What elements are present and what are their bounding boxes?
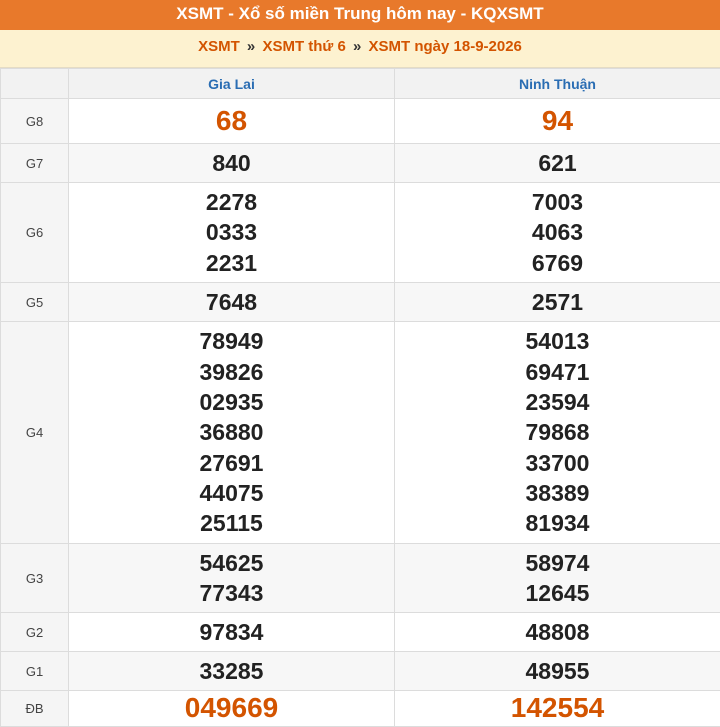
- table-row: G13328548955: [1, 652, 720, 691]
- prize-label: G4: [1, 322, 69, 544]
- prize-number[interactable]: 25115: [69, 508, 394, 538]
- breadcrumb-xsmt-friday[interactable]: XSMT thứ 6: [262, 38, 345, 55]
- prize-number[interactable]: 02935: [69, 387, 394, 417]
- prize-label: G5: [1, 283, 69, 322]
- province-gia-lai[interactable]: Gia Lai: [69, 69, 395, 99]
- table-row: G6227803332231700340636769: [1, 183, 720, 283]
- prize-number[interactable]: 38389: [395, 478, 720, 508]
- prize-number[interactable]: 12645: [395, 578, 720, 608]
- prize-label: G7: [1, 144, 69, 183]
- prize-number[interactable]: 39826: [69, 357, 394, 387]
- prize-label: G3: [1, 544, 69, 613]
- prize-number[interactable]: 4063: [395, 217, 720, 247]
- breadcrumb: XSMT » XSMT thứ 6 » XSMT ngày 18-9-2026: [0, 30, 720, 68]
- prize-number[interactable]: 6769: [395, 248, 720, 278]
- prize-label: G8: [1, 99, 69, 144]
- prize-cell: 5462577343: [69, 544, 395, 613]
- prize-cell: 2571: [395, 283, 720, 322]
- prize-number[interactable]: 54013: [395, 326, 720, 356]
- prize-number[interactable]: 77343: [69, 578, 394, 608]
- header-prize-cell: [1, 69, 69, 99]
- table-row: G86894: [1, 99, 720, 144]
- prize-number[interactable]: 7648: [69, 287, 394, 317]
- prize-number[interactable]: 36880: [69, 417, 394, 447]
- prize-cell: 227803332231: [69, 183, 395, 283]
- province-ninh-thuan[interactable]: Ninh Thuận: [395, 69, 720, 99]
- prize-number[interactable]: 27691: [69, 448, 394, 478]
- prize-number[interactable]: 48808: [395, 617, 720, 647]
- prize-number[interactable]: 23594: [395, 387, 720, 417]
- prize-number[interactable]: 69471: [395, 357, 720, 387]
- prize-cell: 049669: [69, 691, 395, 727]
- table-row: G478949398260293536880276914407525115540…: [1, 322, 720, 544]
- prize-label: G6: [1, 183, 69, 283]
- prize-cell: 94: [395, 99, 720, 144]
- prize-number[interactable]: 44075: [69, 478, 394, 508]
- prize-cell: 78949398260293536880276914407525115: [69, 322, 395, 544]
- table-row: G354625773435897412645: [1, 544, 720, 613]
- prize-cell: 54013694712359479868337003838981934: [395, 322, 720, 544]
- prize-number[interactable]: 840: [69, 148, 394, 178]
- prize-number[interactable]: 81934: [395, 508, 720, 538]
- prize-label: G1: [1, 652, 69, 691]
- prize-number[interactable]: 621: [395, 148, 720, 178]
- prize-number[interactable]: 58974: [395, 548, 720, 578]
- prize-number[interactable]: 33700: [395, 448, 720, 478]
- prize-number[interactable]: 54625: [69, 548, 394, 578]
- prize-cell: 48808: [395, 613, 720, 652]
- prize-cell: 142554: [395, 691, 720, 727]
- prize-number[interactable]: 48955: [395, 656, 720, 686]
- prize-number[interactable]: 2231: [69, 248, 394, 278]
- prize-cell: 33285: [69, 652, 395, 691]
- prize-cell: 68: [69, 99, 395, 144]
- prize-number[interactable]: 68: [69, 106, 394, 136]
- breadcrumb-xsmt-date[interactable]: XSMT ngày 18-9-2026: [369, 38, 522, 55]
- prize-number[interactable]: 2571: [395, 287, 720, 317]
- prize-cell: 7648: [69, 283, 395, 322]
- prize-number[interactable]: 2278: [69, 187, 394, 217]
- prize-cell: 97834: [69, 613, 395, 652]
- page-title: XSMT - Xổ số miền Trung hôm nay - KQXSMT: [0, 0, 720, 30]
- prize-number[interactable]: 142554: [395, 693, 720, 723]
- breadcrumb-separator: »: [247, 38, 255, 55]
- table-header-row: Gia Lai Ninh Thuận: [1, 69, 720, 99]
- prize-number[interactable]: 97834: [69, 617, 394, 647]
- prize-number[interactable]: 94: [395, 106, 720, 136]
- table-row: G7840621: [1, 144, 720, 183]
- prize-cell: 840: [69, 144, 395, 183]
- prize-number[interactable]: 0333: [69, 217, 394, 247]
- prize-number[interactable]: 049669: [69, 693, 394, 723]
- table-row: ĐB049669142554: [1, 691, 720, 727]
- prize-number[interactable]: 79868: [395, 417, 720, 447]
- prize-cell: 700340636769: [395, 183, 720, 283]
- prize-number[interactable]: 78949: [69, 326, 394, 356]
- prize-number[interactable]: 33285: [69, 656, 394, 686]
- prize-cell: 5897412645: [395, 544, 720, 613]
- prize-cell: 48955: [395, 652, 720, 691]
- prize-label: G2: [1, 613, 69, 652]
- prize-label: ĐB: [1, 691, 69, 727]
- prize-cell: 621: [395, 144, 720, 183]
- breadcrumb-xsmt[interactable]: XSMT: [198, 38, 240, 55]
- breadcrumb-separator: »: [353, 38, 361, 55]
- table-row: G576482571: [1, 283, 720, 322]
- prize-number[interactable]: 7003: [395, 187, 720, 217]
- table-row: G29783448808: [1, 613, 720, 652]
- results-table: Gia Lai Ninh Thuận G86894G7840621G622780…: [0, 68, 720, 727]
